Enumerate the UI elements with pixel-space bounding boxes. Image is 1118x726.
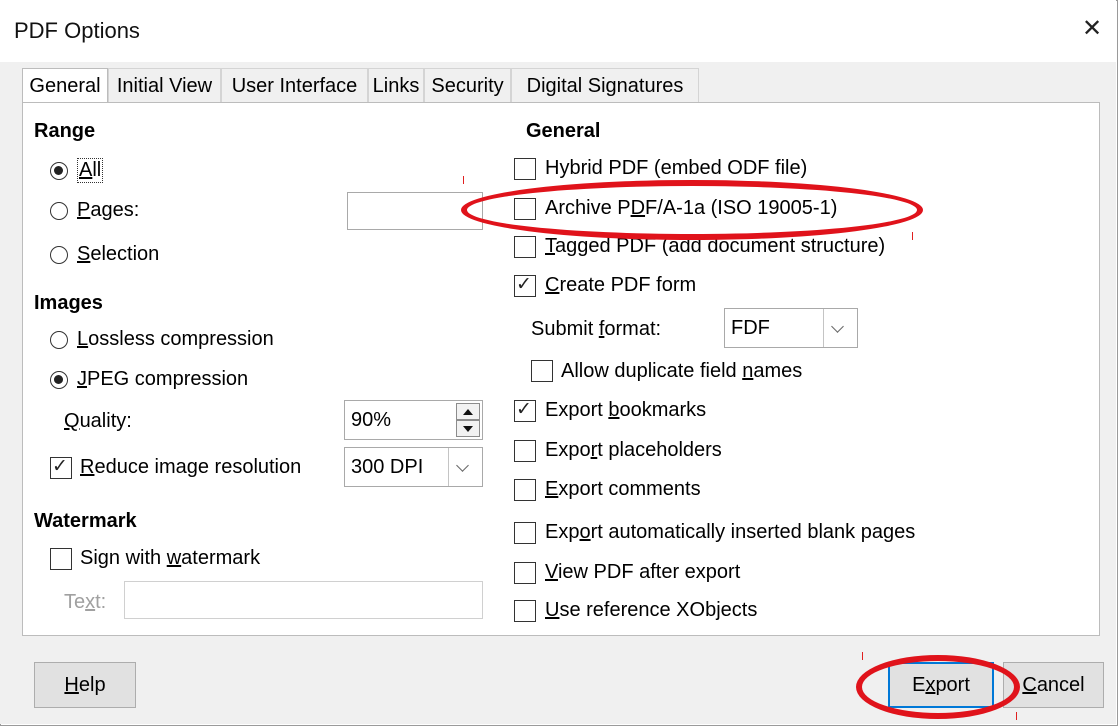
export-blank-pages-checkbox[interactable]: [514, 522, 536, 544]
reduce-resolution-label: Reduce image resolution: [80, 456, 302, 478]
use-reference-xobjects-checkbox[interactable]: [514, 600, 536, 622]
hybrid-pdf-label: Hybrid PDF (embed ODF file): [545, 157, 808, 179]
view-pdf-after-export-label: View PDF after export: [545, 561, 741, 583]
export-comments-checkbox[interactable]: [514, 479, 536, 501]
resolution-value: 300 DPI: [351, 456, 424, 478]
title-bar: [0, 0, 1116, 62]
spin-up-icon[interactable]: [456, 403, 480, 420]
tab-links[interactable]: Links: [368, 68, 424, 102]
export-bookmarks-checkbox[interactable]: ✓: [514, 399, 536, 422]
export-placeholders-checkbox[interactable]: [514, 440, 536, 462]
images-heading: Images: [34, 292, 103, 314]
red-tick-mark: [463, 176, 464, 184]
radio-selected-dot: [54, 375, 63, 384]
quality-spinbox[interactable]: 90%: [344, 400, 483, 440]
checkmark-icon: ✓: [516, 274, 532, 295]
lossless-compression-radio[interactable]: [50, 331, 68, 349]
red-tick-mark: [1016, 712, 1017, 720]
range-selection-radio[interactable]: [50, 246, 68, 264]
red-tick-mark: [862, 652, 863, 660]
create-pdf-form-label: Create PDF form: [545, 274, 697, 296]
range-heading: Range: [34, 120, 96, 142]
pages-input[interactable]: [347, 192, 483, 230]
allow-duplicate-names-checkbox[interactable]: [531, 360, 553, 382]
lossless-compression-label: Lossless compression: [77, 328, 274, 350]
submit-format-value: FDF: [731, 317, 770, 339]
view-pdf-after-export-checkbox[interactable]: [514, 562, 536, 584]
quality-value: 90%: [351, 409, 392, 431]
quality-label: Quality:: [64, 410, 132, 432]
submit-format-combobox[interactable]: FDF: [724, 308, 858, 348]
tagged-pdf-checkbox[interactable]: [514, 236, 536, 258]
create-pdf-form-checkbox[interactable]: ✓: [514, 274, 536, 297]
cancel-button[interactable]: Cancel: [1003, 662, 1104, 708]
chevron-down-icon[interactable]: [823, 309, 857, 347]
reduce-resolution-checkbox[interactable]: ✓: [50, 456, 72, 479]
archive-pdfa-label: Archive PDF/A-1a (ISO 19005-1): [545, 197, 838, 219]
close-icon[interactable]: ✕: [1082, 14, 1102, 43]
export-bookmarks-label: Export bookmarks: [545, 399, 707, 421]
range-all-label: All: [77, 158, 104, 183]
radio-selected-dot: [54, 166, 63, 175]
use-reference-xobjects-label: Use reference XObjects: [545, 599, 758, 621]
tab-general[interactable]: General: [22, 68, 108, 102]
allow-duplicate-names-label: Allow duplicate field names: [561, 360, 803, 382]
checkmark-icon: ✓: [516, 399, 532, 420]
dialog-title: PDF Options: [14, 18, 140, 43]
range-pages-label: Pages:: [77, 199, 140, 221]
watermark-text-label: Text:: [64, 591, 107, 613]
general-heading: General: [526, 120, 601, 142]
tab-initial-view[interactable]: Initial View: [108, 68, 221, 102]
chevron-down-icon[interactable]: [448, 448, 482, 486]
spin-down-icon[interactable]: [456, 420, 480, 437]
watermark-text-input[interactable]: [124, 581, 483, 619]
export-placeholders-label: Export placeholders: [545, 439, 722, 461]
resolution-combobox[interactable]: 300 DPI: [344, 447, 483, 487]
tab-user-interface[interactable]: User Interface: [221, 68, 368, 102]
export-blank-pages-label: Export automatically inserted blank page…: [545, 521, 916, 543]
export-comments-label: Export comments: [545, 478, 701, 500]
range-pages-radio[interactable]: [50, 202, 68, 220]
archive-pdfa-checkbox[interactable]: [514, 198, 536, 220]
tab-security[interactable]: Security: [424, 68, 511, 102]
submit-format-label: Submit format:: [531, 318, 662, 340]
range-all-radio[interactable]: [50, 162, 68, 180]
jpeg-compression-label: JPEG compression: [77, 368, 249, 390]
tagged-pdf-label: Tagged PDF (add document structure): [545, 235, 886, 257]
red-tick-mark: [912, 232, 913, 240]
range-selection-label: Selection: [77, 243, 160, 265]
help-button[interactable]: Help: [34, 662, 136, 708]
sign-watermark-checkbox[interactable]: [50, 548, 72, 570]
hybrid-pdf-checkbox[interactable]: [514, 158, 536, 180]
watermark-heading: Watermark: [34, 510, 137, 532]
tab-digital-signatures[interactable]: Digital Signatures: [511, 68, 699, 102]
jpeg-compression-radio[interactable]: [50, 371, 68, 389]
sign-watermark-label: Sign with watermark: [80, 547, 261, 569]
export-button[interactable]: Export: [888, 662, 994, 708]
checkmark-icon: ✓: [52, 456, 68, 477]
